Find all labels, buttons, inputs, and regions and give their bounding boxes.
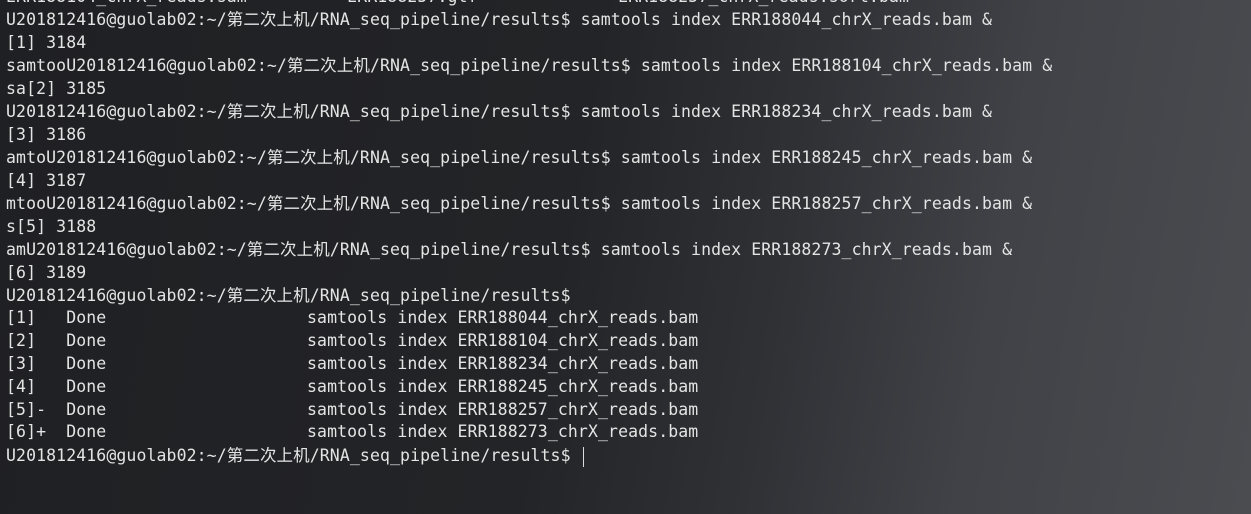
terminal-line: s[5] 3188 bbox=[6, 217, 97, 236]
terminal-line: sa[2] 3185 bbox=[6, 79, 107, 98]
terminal-line: amtoU201812416@guolab02:~/第二次上机/RNA_seq_… bbox=[6, 148, 1033, 167]
terminal-line: [3] 3186 bbox=[6, 125, 87, 144]
terminal-line: samtooU201812416@guolab02:~/第二次上机/RNA_se… bbox=[6, 56, 1053, 75]
terminal-line: ERR188104_chrX_reads.sam ERR188257.gtf E… bbox=[6, 0, 1251, 8]
terminal-line: [1] 3184 bbox=[6, 33, 87, 52]
terminal-output: ERR188104_chrX_reads.sam ERR188257.gtf E… bbox=[6, 0, 1251, 467]
job-status-line: [2] Done samtools index ERR188104_chrX_r… bbox=[6, 330, 699, 350]
terminal-line: U201812416@guolab02:~/第二次上机/RNA_seq_pipe… bbox=[6, 10, 993, 29]
terminal-line: mtooU201812416@guolab02:~/第二次上机/RNA_seq_… bbox=[6, 194, 1033, 213]
terminal-line: [6] 3189 bbox=[6, 263, 87, 282]
job-status-line: [3] Done samtools index ERR188234_chrX_r… bbox=[6, 353, 699, 373]
job-status-line: [1] Done samtools index ERR188044_chrX_r… bbox=[6, 308, 699, 327]
job-status-line: [5]- Done samtools index ERR188257_chrX_… bbox=[6, 399, 699, 419]
command-prompt-line[interactable]: U201812416@guolab02:~/第二次上机/RNA_seq_pipe… bbox=[6, 444, 1251, 467]
job-status-line: [4] Done samtools index ERR188245_chrX_r… bbox=[6, 376, 699, 396]
terminal-window[interactable]: ERR188104_chrX_reads.sam ERR188257.gtf E… bbox=[0, 0, 1251, 514]
terminal-line: U201812416@guolab02:~/第二次上机/RNA_seq_pipe… bbox=[6, 102, 993, 121]
shell-prompt: U201812416@guolab02:~/第二次上机/RNA_seq_pipe… bbox=[6, 446, 581, 466]
text-cursor bbox=[582, 446, 585, 467]
terminal-line: [4] 3187 bbox=[6, 171, 87, 190]
job-status-line: [6]+ Done samtools index ERR188273_chrX_… bbox=[6, 422, 699, 442]
terminal-line: amU201812416@guolab02:~/第二次上机/RNA_seq_pi… bbox=[6, 240, 1013, 259]
terminal-line: U201812416@guolab02:~/第二次上机/RNA_seq_pipe… bbox=[6, 286, 571, 305]
